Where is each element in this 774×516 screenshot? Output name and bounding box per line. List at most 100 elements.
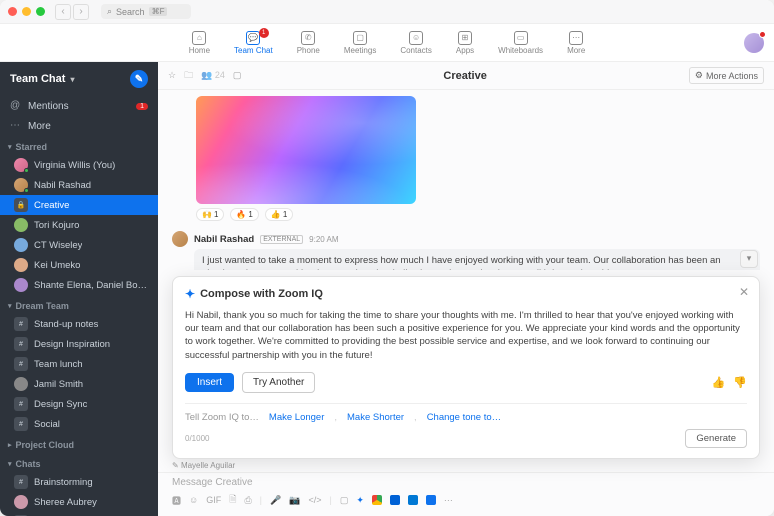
- mac-titlebar: ‹› ⌕ Search ⌘F: [0, 0, 774, 24]
- section-chats[interactable]: ▾Chats: [0, 453, 158, 472]
- sidebar-more[interactable]: ⋯ More: [0, 116, 158, 136]
- message-header: Nabil Rashad EXTERNAL 9:20 AM: [172, 231, 760, 247]
- format-icon[interactable]: 🅰: [172, 494, 181, 507]
- try-another-button[interactable]: Try Another: [242, 372, 315, 393]
- sidebar-item-standup[interactable]: #Stand-up notes: [0, 314, 158, 334]
- channel-header: ☆ 🗀 👥 24 ▢ Creative ⚙ More Actions: [158, 62, 774, 90]
- char-count: 0/1000: [185, 434, 209, 443]
- sidebar-item-sheree[interactable]: Sheree Aubrey: [0, 492, 158, 512]
- video-rec-icon[interactable]: 📷: [289, 495, 300, 506]
- thumbs-up-icon[interactable]: 👍: [712, 376, 726, 389]
- typing-indicator: ✎ Mayelle Aguilar: [158, 459, 774, 472]
- message-input[interactable]: Message Creative: [172, 477, 760, 488]
- search-kbd: ⌘F: [149, 7, 168, 16]
- gdrive-icon[interactable]: [372, 495, 382, 505]
- screenshot-icon[interactable]: ⎙: [244, 495, 251, 506]
- message-composer: Message Creative 🅰 ☺ GIF 🗎 ⎙ | 🎤 📷 </> |…: [158, 472, 774, 516]
- sidebar-item-tori[interactable]: Tori Kojuro: [0, 215, 158, 235]
- panel-title: Compose with Zoom IQ: [200, 288, 323, 300]
- make-shorter-link[interactable]: Make Shorter: [347, 412, 404, 423]
- sidebar-item-jamil[interactable]: Jamil Smith: [0, 374, 158, 394]
- message-body: I just wanted to take a moment to expres…: [194, 249, 760, 270]
- code-icon[interactable]: </>: [308, 495, 321, 505]
- section-starred[interactable]: ▾Starred: [0, 136, 158, 155]
- nav-forward[interactable]: ›: [73, 4, 89, 20]
- make-longer-link[interactable]: Make Longer: [269, 412, 324, 423]
- folder-icon[interactable]: 🗀: [184, 68, 193, 84]
- home-icon: ⌂: [192, 31, 206, 45]
- nav-team-chat[interactable]: 💬Team Chat1: [234, 31, 273, 55]
- more-apps-icon[interactable]: ⋯: [444, 495, 453, 506]
- profile-avatar[interactable]: [744, 33, 764, 53]
- sidebar-item-virginia[interactable]: Virginia Willis (You): [0, 155, 158, 175]
- generated-text: Hi Nabil, thank you so much for taking t…: [185, 309, 747, 362]
- gif-button[interactable]: GIF: [206, 495, 221, 505]
- chat-badge: 1: [259, 28, 269, 38]
- sidebar-item-ct[interactable]: CT Wiseley: [0, 235, 158, 255]
- zoom-iq-panel: ✦ Compose with Zoom IQ ✕ Hi Nabil, thank…: [172, 276, 760, 459]
- chevron-down-icon[interactable]: ▾: [70, 75, 74, 84]
- phone-icon: ✆: [301, 31, 315, 45]
- tell-label: Tell Zoom IQ to…: [185, 412, 259, 423]
- contacts-icon: ☺: [409, 31, 423, 45]
- close-icon[interactable]: ✕: [739, 285, 749, 299]
- generate-button[interactable]: Generate: [685, 429, 747, 448]
- sidebar-item-lunch[interactable]: #Team lunch: [0, 354, 158, 374]
- image-attachment[interactable]: [196, 96, 416, 204]
- whiteboard-icon: ▭: [514, 31, 528, 45]
- file-icon[interactable]: 🗎: [229, 492, 236, 508]
- members-icon[interactable]: 👥 24: [201, 70, 225, 81]
- sidebar-item-nabil[interactable]: Nabil Rashad: [0, 175, 158, 195]
- new-message-button[interactable]: ✎: [130, 70, 148, 88]
- sharepoint-icon[interactable]: [426, 495, 436, 505]
- search-icon: ⌕: [107, 6, 112, 17]
- sidebar: Team Chat ▾ ✎ @ Mentions 1 ⋯ More ▾Starr…: [0, 62, 158, 516]
- sparkle-icon: ✦: [185, 287, 195, 301]
- sidebar-item-creative[interactable]: 🔒Creative: [0, 195, 158, 215]
- sidebar-item-design-syncs[interactable]: #Design syncs: [0, 512, 158, 516]
- more-actions-button[interactable]: ⚙ More Actions: [689, 67, 764, 84]
- nav-meetings[interactable]: ▢Meetings: [344, 31, 376, 55]
- author-avatar[interactable]: [172, 231, 188, 247]
- emoji-icon[interactable]: ☺: [189, 495, 198, 505]
- audio-icon[interactable]: 🎤: [270, 495, 281, 506]
- thumbs-down-icon[interactable]: 👎: [733, 376, 747, 389]
- author-name[interactable]: Nabil Rashad: [194, 234, 254, 245]
- global-search[interactable]: ⌕ Search ⌘F: [101, 4, 191, 19]
- reaction[interactable]: 🔥1: [230, 208, 258, 221]
- onedrive-icon[interactable]: [408, 495, 418, 505]
- sidebar-item-shante[interactable]: Shante Elena, Daniel Bow…: [0, 275, 158, 295]
- nav-contacts[interactable]: ☺Contacts: [400, 31, 432, 55]
- sidebar-item-brainstorming[interactable]: #Brainstorming: [0, 472, 158, 492]
- filter-button[interactable]: ▾: [740, 250, 758, 268]
- notification-dot: [759, 31, 766, 38]
- sparkle-icon[interactable]: ✦: [356, 495, 364, 506]
- reaction[interactable]: 🙌1: [196, 208, 224, 221]
- screen-icon[interactable]: ▢: [340, 495, 349, 506]
- nav-phone[interactable]: ✆Phone: [297, 31, 320, 55]
- sidebar-item-kei[interactable]: Kei Umeko: [0, 255, 158, 275]
- nav-whiteboards[interactable]: ▭Whiteboards: [498, 31, 543, 55]
- sidebar-item-design-insp[interactable]: #Design Inspiration: [0, 334, 158, 354]
- box-icon[interactable]: [390, 495, 400, 505]
- reaction[interactable]: 👍1: [265, 208, 293, 221]
- nav-more[interactable]: ⋯More: [567, 31, 585, 55]
- video-icon[interactable]: ▢: [233, 70, 242, 81]
- change-tone-link[interactable]: Change tone to…: [427, 412, 501, 423]
- external-tag: EXTERNAL: [260, 235, 303, 244]
- more-icon: ⋯: [10, 120, 22, 132]
- star-icon[interactable]: ☆: [168, 70, 176, 81]
- sidebar-mentions[interactable]: @ Mentions 1: [0, 96, 158, 116]
- apps-icon: ⊞: [458, 31, 472, 45]
- nav-back[interactable]: ‹: [55, 4, 71, 20]
- section-project[interactable]: ▸Project Cloud: [0, 434, 158, 453]
- section-dream[interactable]: ▾Dream Team: [0, 295, 158, 314]
- nav-home[interactable]: ⌂Home: [189, 31, 210, 55]
- traffic-lights[interactable]: [8, 7, 45, 16]
- insert-button[interactable]: Insert: [185, 373, 234, 392]
- top-nav: ⌂Home 💬Team Chat1 ✆Phone ▢Meetings ☺Cont…: [0, 24, 774, 62]
- nav-apps[interactable]: ⊞Apps: [456, 31, 474, 55]
- sidebar-item-social[interactable]: #Social: [0, 414, 158, 434]
- message-list: 🙌1 🔥1 👍1 Nabil Rashad EXTERNAL 9:20 AM I…: [158, 90, 774, 270]
- sidebar-item-design-sync[interactable]: #Design Sync: [0, 394, 158, 414]
